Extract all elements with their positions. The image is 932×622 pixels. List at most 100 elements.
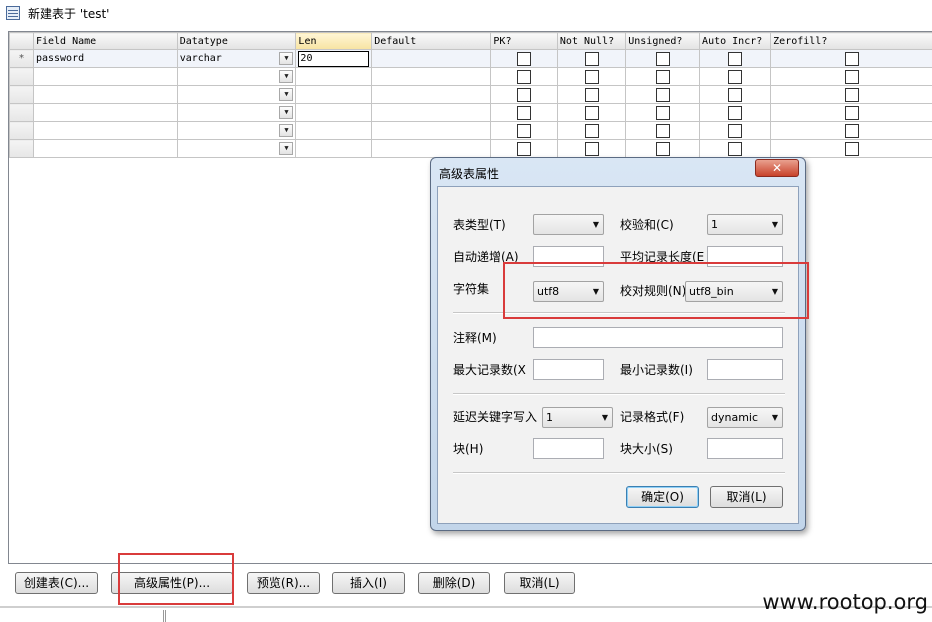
- datatype-cell[interactable]: ▼: [176, 103, 297, 122]
- cancel-button[interactable]: 取消(L): [504, 572, 575, 594]
- chevron-down-icon[interactable]: ▼: [279, 142, 294, 155]
- field-name-cell[interactable]: [32, 103, 178, 122]
- not-null-checkbox[interactable]: [584, 51, 599, 66]
- col-header-not-null[interactable]: Not Null?: [556, 32, 627, 50]
- zerofill-checkbox[interactable]: [844, 105, 859, 120]
- checksum-select[interactable]: 1 ▼: [707, 214, 783, 235]
- col-header-auto-incr[interactable]: Auto Incr?: [699, 32, 772, 50]
- col-header-field-name[interactable]: Field Name: [32, 32, 178, 50]
- auto-incr-checkbox[interactable]: [728, 69, 743, 84]
- unsigned-checkbox[interactable]: [655, 51, 670, 66]
- unsigned-checkbox[interactable]: [655, 87, 670, 102]
- not-null-checkbox[interactable]: [584, 69, 599, 84]
- default-cell[interactable]: [371, 121, 492, 140]
- pk-cell: [490, 67, 558, 86]
- row-marker[interactable]: *: [9, 49, 34, 68]
- auto-incr-checkbox[interactable]: [728, 51, 743, 66]
- default-cell[interactable]: [371, 49, 492, 68]
- max-rows-input[interactable]: [533, 359, 604, 380]
- pk-checkbox[interactable]: [517, 141, 532, 156]
- comment-input[interactable]: [533, 327, 783, 348]
- datatype-cell[interactable]: ▼: [176, 67, 297, 86]
- chevron-down-icon[interactable]: ▼: [279, 106, 294, 119]
- pk-checkbox[interactable]: [517, 51, 532, 66]
- zerofill-checkbox[interactable]: [844, 87, 859, 102]
- row-marker[interactable]: [9, 121, 34, 140]
- close-icon[interactable]: ✕: [755, 159, 799, 177]
- auto-incr-checkbox[interactable]: [728, 87, 743, 102]
- row-marker[interactable]: [9, 103, 34, 122]
- not-null-checkbox[interactable]: [584, 87, 599, 102]
- ok-button[interactable]: 确定(O): [626, 486, 699, 508]
- chevron-down-icon[interactable]: ▼: [279, 52, 294, 65]
- field-name-cell[interactable]: [32, 121, 178, 140]
- chevron-down-icon[interactable]: ▼: [279, 124, 294, 137]
- table-type-select[interactable]: ▼: [533, 214, 604, 235]
- col-header-zerofill[interactable]: Zerofill?: [770, 32, 932, 50]
- len-cell[interactable]: [295, 85, 373, 104]
- pk-checkbox[interactable]: [517, 123, 532, 138]
- field-name-cell[interactable]: [32, 139, 178, 158]
- separator: [453, 393, 785, 395]
- delay-key-write-select[interactable]: 1 ▼: [542, 407, 613, 428]
- insert-button[interactable]: 插入(I): [332, 572, 405, 594]
- auto-incr-checkbox[interactable]: [728, 141, 743, 156]
- default-cell[interactable]: [371, 85, 492, 104]
- not-null-checkbox[interactable]: [584, 123, 599, 138]
- col-header-len[interactable]: Len: [295, 32, 373, 50]
- unsigned-checkbox[interactable]: [655, 141, 670, 156]
- row-marker[interactable]: [9, 85, 34, 104]
- row-marker[interactable]: [9, 67, 34, 86]
- row-format-select[interactable]: dynamic ▼: [707, 407, 783, 428]
- zerofill-checkbox[interactable]: [844, 69, 859, 84]
- zerofill-checkbox[interactable]: [844, 123, 859, 138]
- pk-checkbox[interactable]: [517, 105, 532, 120]
- col-header-pk[interactable]: PK?: [490, 32, 558, 50]
- min-rows-input[interactable]: [707, 359, 783, 380]
- default-cell[interactable]: [371, 139, 492, 158]
- field-name-cell[interactable]: [32, 67, 178, 86]
- auto-incr-checkbox[interactable]: [728, 105, 743, 120]
- unsigned-checkbox[interactable]: [655, 69, 670, 84]
- preview-button[interactable]: 预览(R)...: [247, 572, 320, 594]
- datatype-cell[interactable]: varchar ▼: [176, 49, 297, 68]
- field-name-cell[interactable]: password: [32, 49, 178, 68]
- dialog-cancel-button[interactable]: 取消(L): [710, 486, 783, 508]
- table-row: ▼: [9, 121, 932, 140]
- unsigned-cell: [625, 121, 701, 140]
- col-header-datatype[interactable]: Datatype: [176, 32, 297, 50]
- col-header-default[interactable]: Default: [371, 32, 492, 50]
- highlight-advanced-button: [118, 553, 234, 605]
- not-null-checkbox[interactable]: [584, 105, 599, 120]
- datatype-cell[interactable]: ▼: [176, 139, 297, 158]
- datatype-cell[interactable]: ▼: [176, 121, 297, 140]
- default-cell[interactable]: [371, 67, 492, 86]
- delete-button[interactable]: 删除(D): [418, 572, 490, 594]
- len-cell[interactable]: [295, 67, 373, 86]
- create-table-button[interactable]: 创建表(C)...: [15, 572, 98, 594]
- block-input[interactable]: [533, 438, 604, 459]
- len-editor[interactable]: 20: [298, 50, 370, 67]
- col-header-unsigned[interactable]: Unsigned?: [625, 32, 701, 50]
- chevron-down-icon[interactable]: ▼: [279, 70, 294, 83]
- len-cell[interactable]: [295, 103, 373, 122]
- block-size-input[interactable]: [707, 438, 783, 459]
- unsigned-checkbox[interactable]: [655, 105, 670, 120]
- zerofill-checkbox[interactable]: [844, 141, 859, 156]
- not-null-checkbox[interactable]: [584, 141, 599, 156]
- chevron-down-icon[interactable]: ▼: [279, 88, 294, 101]
- row-header-corner: [9, 32, 34, 50]
- auto-incr-checkbox[interactable]: [728, 123, 743, 138]
- field-name-cell[interactable]: [32, 85, 178, 104]
- len-cell[interactable]: [295, 139, 373, 158]
- default-cell[interactable]: [371, 103, 492, 122]
- datatype-cell[interactable]: ▼: [176, 85, 297, 104]
- len-cell[interactable]: 20: [295, 49, 373, 68]
- row-marker[interactable]: [9, 139, 34, 158]
- unsigned-checkbox[interactable]: [655, 123, 670, 138]
- len-cell[interactable]: [295, 121, 373, 140]
- unsigned-cell: [625, 67, 701, 86]
- pk-checkbox[interactable]: [517, 69, 532, 84]
- zerofill-checkbox[interactable]: [844, 51, 859, 66]
- pk-checkbox[interactable]: [517, 87, 532, 102]
